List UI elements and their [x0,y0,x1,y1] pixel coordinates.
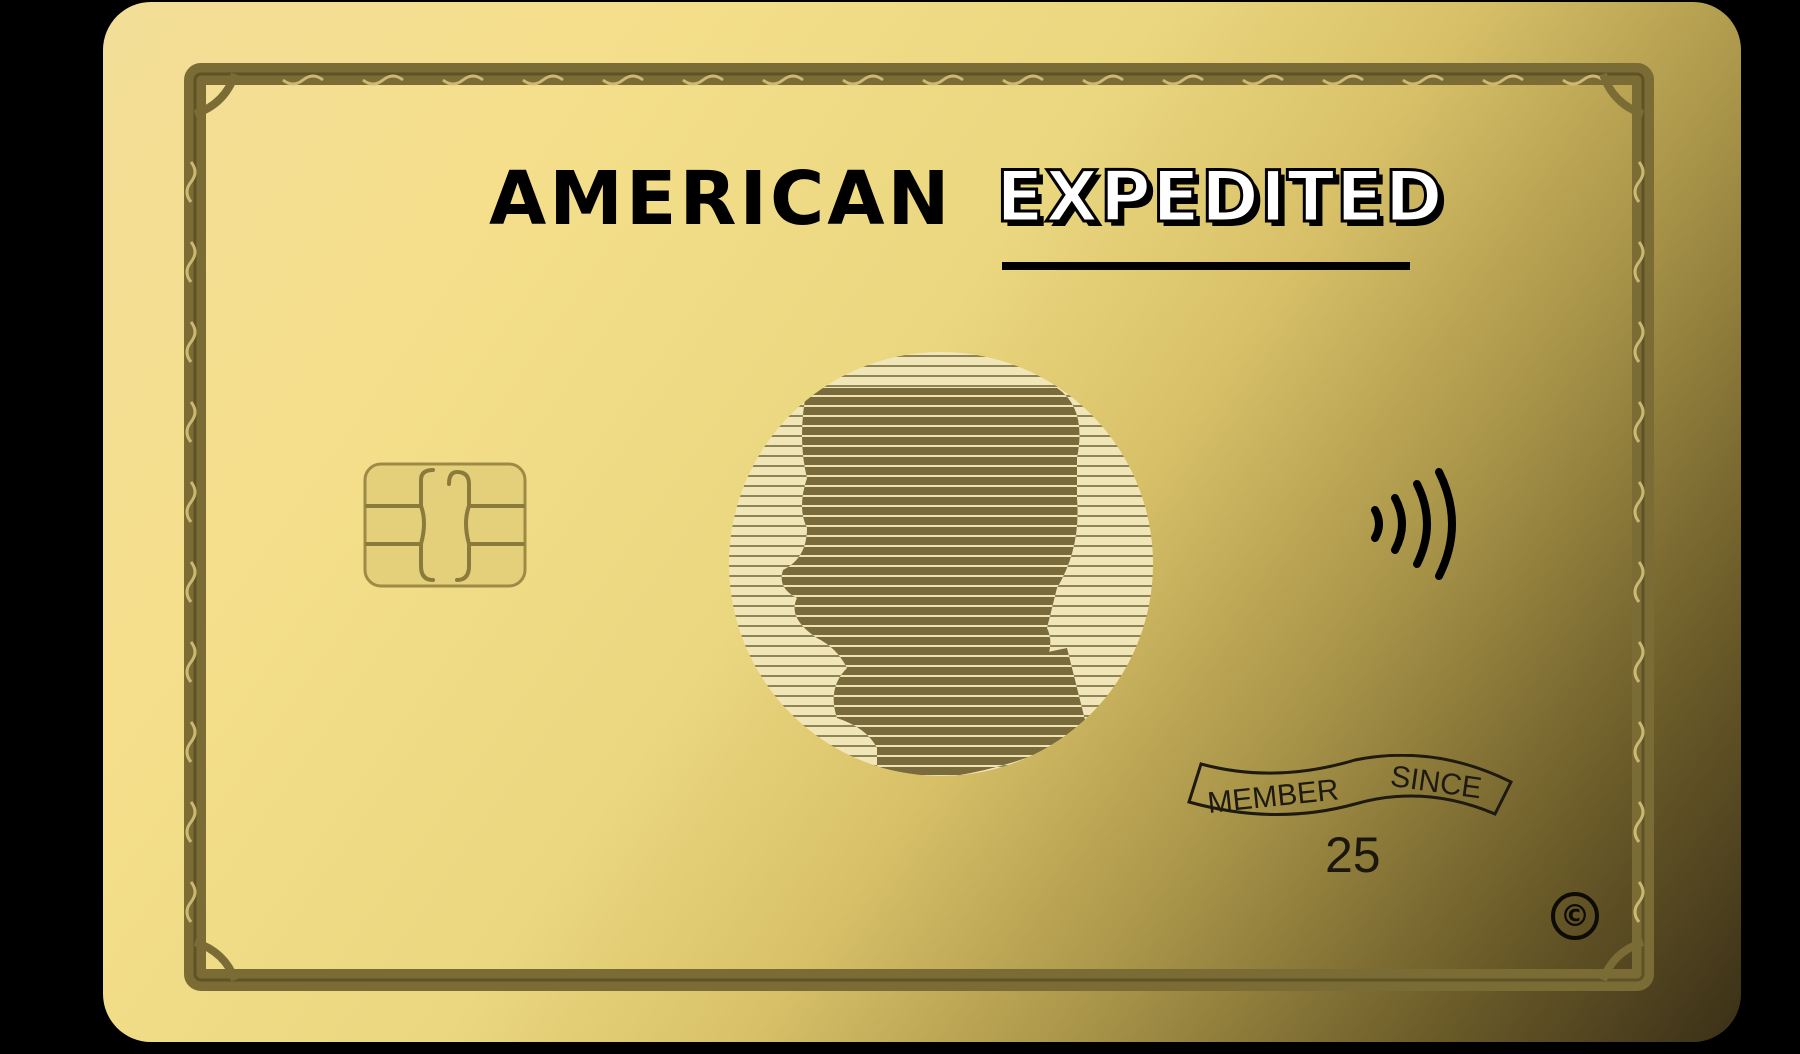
copyright-icon: © [1551,892,1599,940]
canvas: AMERICAN EXPEDITED MEMBER SINCE 25 © [0,0,1800,1054]
gold-card: AMERICAN EXPEDITED MEMBER SINCE 25 © [103,2,1741,1042]
copyright-symbol: © [1560,899,1590,934]
member-year: 25 [1325,827,1381,883]
member-since-banner: MEMBER SINCE [1187,754,1514,820]
member-label: MEMBER [1206,773,1340,820]
contactless-icon [1371,468,1456,580]
brand-expedited: EXPEDITED [995,156,1445,238]
brand-american: AMERICAN [489,156,953,242]
centurion-portrait [729,352,1153,776]
emv-chip-icon [363,462,527,588]
brand-underline [1002,262,1410,270]
